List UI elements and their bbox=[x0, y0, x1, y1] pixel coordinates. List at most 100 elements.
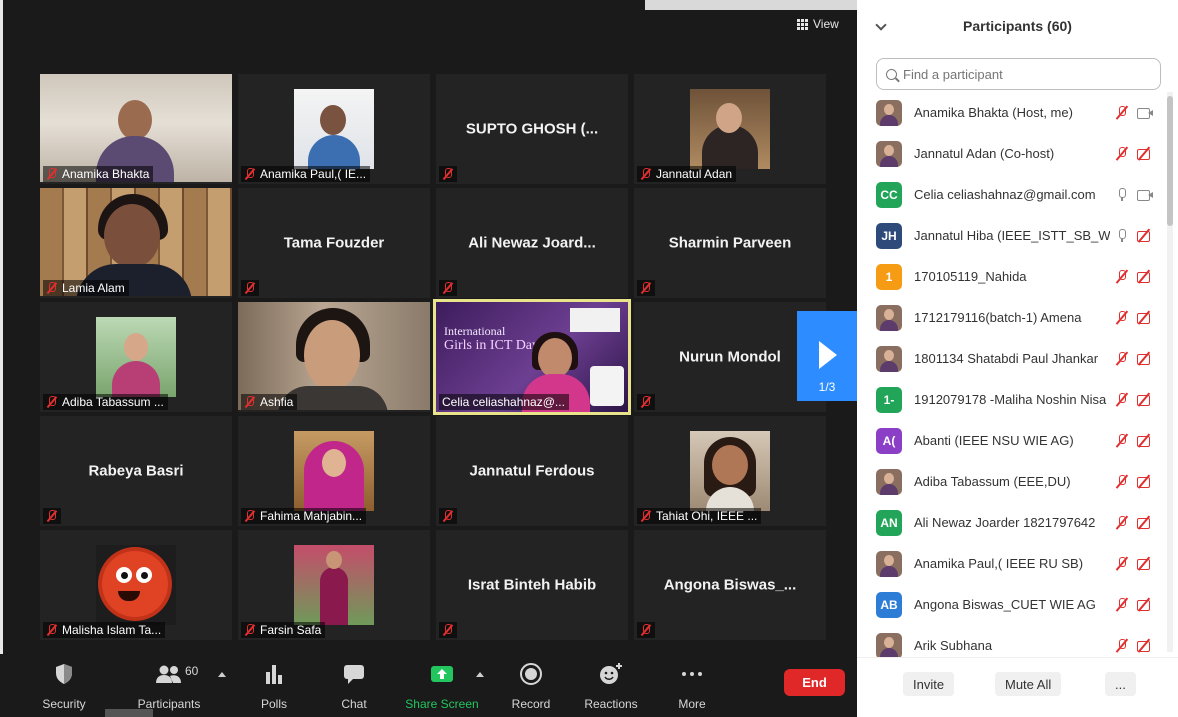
video-tile[interactable]: Ashfia bbox=[238, 302, 430, 412]
record-button[interactable]: Record bbox=[491, 662, 571, 712]
scrollbar-thumb[interactable] bbox=[1167, 96, 1173, 226]
participant-row[interactable]: 1712179116(batch-1) Amena bbox=[857, 297, 1167, 338]
video-tile[interactable]: Tama Fouzder bbox=[238, 188, 430, 298]
mute-all-button[interactable]: Mute All bbox=[995, 672, 1062, 696]
participant-row[interactable]: 1- 1912079178 -Maliha Noshin Nisa bbox=[857, 379, 1167, 420]
video-tile[interactable]: Israt Binteh Habib bbox=[436, 530, 628, 640]
participant-row[interactable]: 1801134 Shatabdi Paul Jhankar bbox=[857, 338, 1167, 379]
video-tile[interactable]: Anamika Paul,( IE... bbox=[238, 74, 430, 184]
microphone-icon[interactable] bbox=[1114, 228, 1130, 243]
tile-participant-name: Sharmin Parveen bbox=[668, 234, 792, 252]
active-speaker-tile[interactable]: International Girls in ICT Day Celia cel… bbox=[433, 299, 631, 415]
participants-button[interactable]: 60 Participants bbox=[129, 662, 209, 712]
video-tile[interactable]: Anamika Bhakta bbox=[40, 74, 232, 184]
participant-search-input[interactable]: Find a participant bbox=[876, 58, 1161, 90]
mic-muted-icon[interactable] bbox=[1114, 392, 1130, 407]
video-off-icon[interactable] bbox=[1136, 597, 1154, 612]
end-meeting-button[interactable]: End bbox=[784, 669, 845, 696]
participant-row[interactable]: CC Celia celiashahnaz@gmail.com bbox=[857, 174, 1167, 215]
video-off-icon[interactable] bbox=[1136, 310, 1154, 325]
mic-muted-icon[interactable] bbox=[1114, 310, 1130, 325]
mic-muted-icon[interactable] bbox=[1114, 638, 1130, 653]
mic-muted-icon bbox=[640, 168, 651, 180]
mic-muted-icon[interactable] bbox=[1114, 351, 1130, 366]
participant-row[interactable]: JH Jannatul Hiba (IEEE_ISTT_SB_WIE... bbox=[857, 215, 1167, 256]
participant-row[interactable]: Anamika Paul,( IEEE RU SB) bbox=[857, 543, 1167, 584]
video-camera-icon[interactable] bbox=[1136, 187, 1154, 202]
participant-list-scrollbar[interactable] bbox=[1167, 92, 1173, 652]
participant-row[interactable]: Anamika Bhakta (Host, me) bbox=[857, 92, 1167, 133]
mic-muted-icon[interactable] bbox=[1114, 433, 1130, 448]
video-off-icon[interactable] bbox=[1136, 433, 1154, 448]
tile-name-label: Jannatul Adan bbox=[637, 166, 737, 182]
video-tile[interactable]: Adiba Tabassum ... bbox=[40, 302, 232, 412]
mic-muted-icon[interactable] bbox=[1114, 146, 1130, 161]
video-tile[interactable]: Tahiat Ohi, IEEE ... bbox=[634, 416, 826, 526]
video-tile[interactable]: SUPTO GHOSH (... bbox=[436, 74, 628, 184]
video-off-icon[interactable] bbox=[1136, 474, 1154, 489]
video-off-icon[interactable] bbox=[1136, 228, 1154, 243]
video-off-icon[interactable] bbox=[1136, 146, 1154, 161]
panel-header: Participants (60) bbox=[857, 0, 1178, 52]
video-off-icon[interactable] bbox=[1136, 351, 1154, 366]
video-off-icon[interactable] bbox=[1136, 392, 1154, 407]
participant-row[interactable]: AB Angona Biswas_CUET WIE AG bbox=[857, 584, 1167, 625]
video-tile[interactable]: Jannatul Ferdous bbox=[436, 416, 628, 526]
page-indicator: 1/3 bbox=[818, 380, 836, 394]
tile-name-label: Anamika Bhakta bbox=[43, 166, 154, 182]
video-tile[interactable]: Farsin Safa bbox=[238, 530, 430, 640]
video-tile[interactable]: Lamia Alam bbox=[40, 188, 232, 298]
smiley-plus-icon bbox=[600, 663, 622, 684]
mic-muted-icon[interactable] bbox=[1114, 556, 1130, 571]
video-tile[interactable]: Jannatul Adan bbox=[634, 74, 826, 184]
security-button[interactable]: Security bbox=[24, 662, 104, 712]
tile-participant-name: Tama Fouzder bbox=[283, 234, 385, 252]
share-screen-button[interactable]: Share Screen bbox=[402, 662, 482, 712]
mic-muted-icon[interactable] bbox=[1114, 269, 1130, 284]
share-options-caret[interactable] bbox=[476, 672, 484, 677]
more-button[interactable]: More bbox=[652, 662, 732, 712]
video-tile[interactable]: Ali Newaz Joard... bbox=[436, 188, 628, 298]
mic-muted-icon[interactable] bbox=[1114, 474, 1130, 489]
reactions-button[interactable]: Reactions bbox=[571, 662, 651, 712]
next-page-button[interactable]: 1/3 bbox=[797, 311, 857, 401]
video-camera-icon[interactable] bbox=[1136, 105, 1154, 120]
participant-photo bbox=[96, 317, 176, 397]
meeting-toolbar: Security 60 Participants Polls Chat Shar… bbox=[0, 654, 857, 717]
mic-muted-icon[interactable] bbox=[1114, 515, 1130, 530]
video-tile[interactable]: Malisha Islam Ta... bbox=[40, 530, 232, 640]
mic-muted-icon[interactable] bbox=[1114, 597, 1130, 612]
participant-row[interactable]: Arik Subhana bbox=[857, 625, 1167, 657]
video-tile[interactable]: Fahima Mahjabin... bbox=[238, 416, 430, 526]
mic-muted-icon bbox=[244, 282, 255, 294]
tile-name-label: Lamia Alam bbox=[43, 280, 129, 296]
more-dots-icon bbox=[682, 672, 702, 676]
polls-button[interactable]: Polls bbox=[234, 662, 314, 712]
mic-muted-icon bbox=[46, 396, 57, 408]
video-off-icon[interactable] bbox=[1136, 556, 1154, 571]
video-off-icon[interactable] bbox=[1136, 515, 1154, 530]
video-off-icon[interactable] bbox=[1136, 638, 1154, 653]
participant-row[interactable]: AN Ali Newaz Joarder 1821797642 bbox=[857, 502, 1167, 543]
participants-options-caret[interactable] bbox=[218, 672, 226, 677]
microphone-icon[interactable] bbox=[1114, 187, 1130, 202]
chat-button[interactable]: Chat bbox=[314, 662, 394, 712]
video-tile[interactable]: Rabeya Basri bbox=[40, 416, 232, 526]
chat-bubble-icon bbox=[344, 665, 364, 684]
video-tile[interactable]: Angona Biswas_... bbox=[634, 530, 826, 640]
mic-muted-icon[interactable] bbox=[1114, 105, 1130, 120]
video-off-icon[interactable] bbox=[1136, 269, 1154, 284]
participant-avatar: AN bbox=[876, 509, 902, 536]
participant-avatar bbox=[876, 632, 902, 657]
participant-row[interactable]: 1 170105119_Nahida bbox=[857, 256, 1167, 297]
view-button[interactable]: View bbox=[797, 14, 839, 34]
participant-photo bbox=[690, 89, 770, 169]
invite-button[interactable]: Invite bbox=[903, 672, 955, 696]
participant-row[interactable]: A(Abanti (IEEE NSU WIE AG) bbox=[857, 420, 1167, 461]
view-label: View bbox=[813, 17, 839, 31]
participant-name: 1912079178 -Maliha Noshin Nisa bbox=[914, 392, 1107, 407]
participant-row[interactable]: Adiba Tabassum (EEE,DU) bbox=[857, 461, 1167, 502]
video-tile[interactable]: Sharmin Parveen bbox=[634, 188, 826, 298]
panel-more-button[interactable]: ... bbox=[1105, 672, 1136, 696]
participant-row[interactable]: Jannatul Adan (Co-host) bbox=[857, 133, 1167, 174]
